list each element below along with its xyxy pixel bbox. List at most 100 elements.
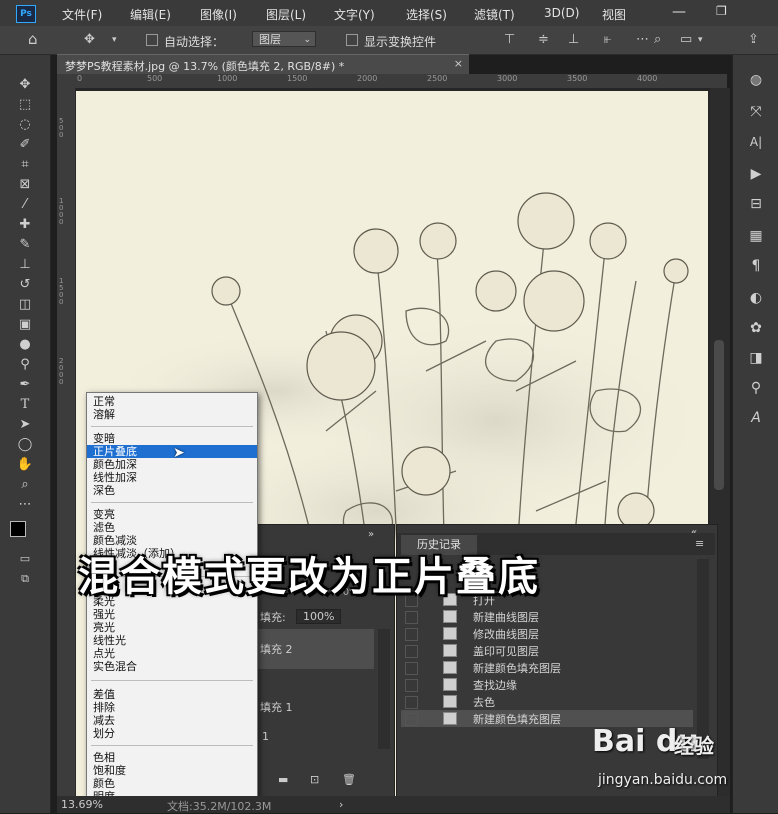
history-checkbox[interactable]: [405, 713, 418, 726]
foreground-color-swatch[interactable]: [10, 521, 26, 537]
actions-panel-icon[interactable]: ▶: [745, 163, 767, 185]
history-checkbox[interactable]: [405, 696, 418, 709]
layer-name[interactable]: 填充 1: [260, 699, 293, 715]
history-checkbox[interactable]: [405, 611, 418, 624]
menu-select[interactable]: 选择(S): [406, 6, 447, 23]
marquee-tool-icon[interactable]: ⬚: [14, 95, 36, 115]
history-item[interactable]: 查找边缘: [401, 676, 693, 693]
blend-mode-option[interactable]: 饱和度: [87, 764, 257, 777]
adjustments-panel-icon[interactable]: ⊟: [745, 193, 767, 215]
home-icon[interactable]: ⌂: [28, 30, 38, 48]
blend-mode-option[interactable]: 滤色: [87, 521, 257, 534]
type-tool-icon[interactable]: T: [14, 395, 36, 415]
menu-layer[interactable]: 图层(L): [266, 6, 306, 23]
pen-tool-icon[interactable]: ✒: [14, 375, 36, 395]
blend-mode-option[interactable]: 颜色加深: [87, 458, 257, 471]
panel-collapse-icon[interactable]: »: [368, 529, 374, 540]
healing-brush-tool-icon[interactable]: ✚: [14, 215, 36, 235]
menu-type[interactable]: 文字(Y): [334, 6, 375, 23]
eraser-tool-icon[interactable]: ◫: [14, 295, 36, 315]
crop-tool-icon[interactable]: ⌗: [14, 155, 36, 175]
layer-name[interactable]: 1: [262, 730, 269, 743]
screen-mode-icon[interactable]: ⧉: [14, 569, 36, 589]
history-item[interactable]: 新建曲线图层: [401, 608, 693, 625]
blend-mode-option[interactable]: 划分: [87, 727, 257, 740]
gradient-tool-icon[interactable]: ▣: [14, 315, 36, 335]
blend-mode-option[interactable]: 深色: [87, 484, 257, 497]
fill-value[interactable]: 100%: [296, 609, 342, 624]
blend-mode-option[interactable]: 色相: [87, 751, 257, 764]
menu-3d[interactable]: 3D(D): [544, 6, 579, 20]
more-tools-icon[interactable]: ⋯: [14, 495, 36, 515]
history-brush-tool-icon[interactable]: ↺: [14, 275, 36, 295]
blend-mode-option[interactable]: 减去: [87, 714, 257, 727]
quick-select-tool-icon[interactable]: ✐: [14, 135, 36, 155]
auto-select-target-select[interactable]: 图层 ⌄: [252, 31, 316, 47]
zoom-level[interactable]: 13.69%: [61, 798, 103, 811]
history-checkbox[interactable]: [405, 628, 418, 641]
blend-mode-option-selected[interactable]: 正片叠底: [87, 445, 257, 458]
search-icon[interactable]: ⌕: [654, 32, 661, 47]
move-tool-icon[interactable]: ✥: [14, 75, 36, 95]
menu-view[interactable]: 视图: [602, 6, 626, 23]
document-tab[interactable]: 梦梦PS教程素材.jpg @ 13.7% (颜色填充 2, RGB/8#) * …: [57, 54, 469, 75]
history-item[interactable]: 去色: [401, 693, 693, 710]
history-checkbox[interactable]: [405, 662, 418, 675]
align-middle-icon[interactable]: ≑: [538, 32, 549, 47]
3d-panel-icon[interactable]: ✿: [745, 317, 767, 339]
status-arrow-icon[interactable]: ›: [339, 798, 343, 811]
blend-mode-option[interactable]: 差值: [87, 688, 257, 701]
more-options-icon[interactable]: ⋯: [636, 32, 649, 47]
menu-filter[interactable]: 滤镜(T): [474, 6, 515, 23]
history-item[interactable]: 新建颜色填充图层: [401, 659, 693, 676]
character-panel-icon[interactable]: A|: [745, 131, 767, 153]
new-group-icon[interactable]: ▬: [278, 773, 288, 786]
hand-tool-icon[interactable]: ✋: [14, 455, 36, 475]
blend-mode-option[interactable]: 亮光: [87, 621, 257, 634]
quick-mask-icon[interactable]: ▭: [14, 549, 36, 569]
properties-panel-icon[interactable]: ⤧: [745, 101, 767, 123]
frame-tool-icon[interactable]: ⊠: [14, 175, 36, 195]
layer-row[interactable]: 填充 2: [256, 629, 374, 669]
paragraph-panel-icon[interactable]: ¶: [745, 255, 767, 277]
move-tool-icon[interactable]: ✥: [84, 32, 95, 47]
maximize-icon[interactable]: ❐: [716, 4, 727, 18]
blend-mode-option[interactable]: 溶解: [87, 408, 257, 421]
blend-mode-option[interactable]: 变暗: [87, 432, 257, 445]
workspace-icon[interactable]: ▭: [680, 32, 692, 47]
scrollbar-thumb[interactable]: [714, 340, 724, 490]
layers-scrollbar[interactable]: [378, 629, 390, 749]
zoom-tool-icon[interactable]: ⌕: [14, 475, 36, 495]
menu-edit[interactable]: 编辑(E): [130, 6, 171, 23]
blend-mode-option[interactable]: 正常: [87, 395, 257, 408]
menu-file[interactable]: 文件(F): [62, 6, 102, 23]
history-checkbox[interactable]: [405, 679, 418, 692]
layers-panel-icon[interactable]: ◨: [745, 347, 767, 369]
auto-select-checkbox[interactable]: [146, 34, 158, 46]
close-icon[interactable]: ×: [454, 57, 463, 70]
share-icon[interactable]: ⇪: [748, 32, 759, 47]
show-transform-checkbox[interactable]: [346, 34, 358, 46]
blend-mode-option[interactable]: 颜色: [87, 777, 257, 790]
styles-panel-icon[interactable]: ◐: [745, 287, 767, 309]
history-checkbox[interactable]: [405, 645, 418, 658]
path-select-tool-icon[interactable]: ➤: [14, 415, 36, 435]
align-left-icon[interactable]: ⫦: [604, 32, 611, 47]
history-item[interactable]: 盖印可见图层: [401, 642, 693, 659]
lasso-tool-icon[interactable]: ◌: [14, 115, 36, 135]
clone-stamp-tool-icon[interactable]: ⊥: [14, 255, 36, 275]
blend-mode-option[interactable]: 强光: [87, 608, 257, 621]
minimize-icon[interactable]: —: [672, 4, 686, 20]
dodge-tool-icon[interactable]: ⚲: [14, 355, 36, 375]
blend-mode-option[interactable]: 变亮: [87, 508, 257, 521]
chevron-down-icon[interactable]: ▾: [698, 35, 703, 45]
learn-panel-icon[interactable]: ⚲: [745, 377, 767, 399]
blend-mode-option[interactable]: 实色混合: [87, 660, 257, 673]
blend-mode-option[interactable]: 线性光: [87, 634, 257, 647]
glyphs-panel-icon[interactable]: A: [745, 407, 767, 429]
color-panel-icon[interactable]: ◍: [745, 69, 767, 91]
brush-tool-icon[interactable]: ✎: [14, 235, 36, 255]
eyedropper-tool-icon[interactable]: ⁄: [14, 195, 36, 215]
new-layer-icon[interactable]: ⊡: [310, 773, 319, 786]
blend-mode-option[interactable]: 点光: [87, 647, 257, 660]
